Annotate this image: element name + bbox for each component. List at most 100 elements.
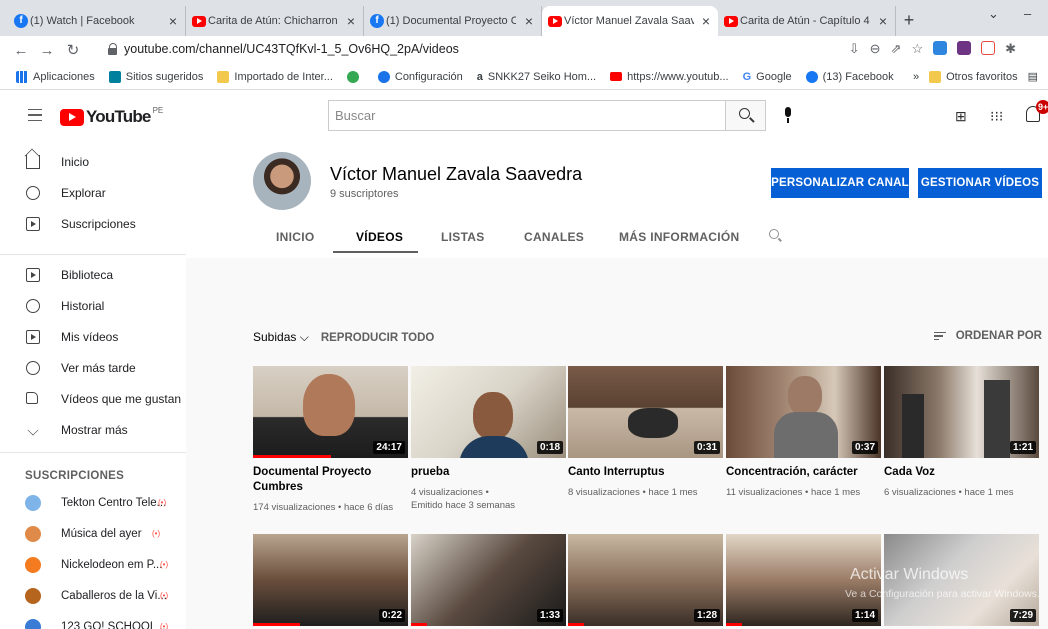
video-thumbnail[interactable]: 1:21	[884, 366, 1039, 458]
apps-icon[interactable]: ⁝⁝⁝	[990, 108, 1003, 125]
subscription-item[interactable]: 123 GO! SCHOOL ... (•)	[0, 612, 186, 629]
address-bar[interactable]: youtube.com/channel/UC43TQfKvl-1_5_Ov6HQ…	[108, 39, 1016, 61]
sort-by-button[interactable]: ORDENAR POR	[933, 330, 1042, 342]
bookmark-apps[interactable]: Aplicaciones	[16, 70, 95, 83]
install-icon[interactable]: ⇩	[849, 41, 860, 57]
browser-tab[interactable]: Carita de Atún: Chicharrones ×	[186, 6, 364, 36]
forward-arrow-icon[interactable]: →	[34, 42, 60, 59]
other-favorites[interactable]: Otros favoritos	[929, 70, 1018, 83]
video-card[interactable]: 1:21 Cada Voz 6 visualizaciones • hace 1…	[884, 366, 1039, 499]
video-card[interactable]: 0:37 Concentración, carácter 11 visualiz…	[726, 366, 881, 499]
video-thumbnail[interactable]: 0:22	[253, 534, 408, 626]
close-tab-icon[interactable]: ×	[702, 13, 710, 29]
subscription-item[interactable]: Tekton Centro Tele... (•)	[0, 488, 186, 518]
browser-tab-active[interactable]: Víctor Manuel Zavala Saavec ×	[542, 6, 718, 36]
bookmark-amazon[interactable]: a SNKK27 Seiko Hom...	[477, 71, 596, 83]
puzzle-icon[interactable]: ✱	[1005, 41, 1016, 57]
close-tab-icon[interactable]: ×	[347, 13, 355, 29]
bookmark-imported[interactable]: Importado de Inter...	[217, 70, 333, 83]
sidebar-item-explore[interactable]: Explorar	[0, 178, 186, 208]
more-bookmarks-button[interactable]: »	[913, 71, 919, 83]
subscriber-count: 9 suscriptores	[330, 188, 399, 200]
extension-icon[interactable]	[957, 41, 972, 55]
amazon-icon: a	[476, 70, 483, 83]
tab-playlists[interactable]: LISTAS	[441, 230, 485, 244]
channel-avatar[interactable]	[253, 152, 311, 210]
subscription-item[interactable]: Música del ayer (•)	[0, 519, 186, 549]
video-title[interactable]: Documental Proyecto Cumbres	[253, 465, 408, 495]
video-card[interactable]: 1:33	[411, 534, 566, 626]
tab-home[interactable]: INICIO	[276, 230, 314, 244]
uploads-dropdown[interactable]: Subidas ⌵	[253, 330, 309, 345]
sidebar-item-history[interactable]: Historial	[0, 291, 186, 321]
video-thumbnail[interactable]: 0:37	[726, 366, 881, 458]
tab-channels[interactable]: CANALES	[524, 230, 584, 244]
channel-search-icon[interactable]	[769, 229, 779, 239]
search-box[interactable]	[328, 100, 726, 131]
bookmark-settings[interactable]: Configuración	[377, 70, 463, 83]
bookmark-chat[interactable]	[346, 70, 364, 83]
microphone-icon[interactable]	[784, 107, 792, 123]
video-title[interactable]: Concentración, carácter	[726, 465, 881, 480]
tab-about[interactable]: MÁS INFORMACIÓN	[619, 230, 740, 244]
sidebar-item-home[interactable]: Inicio	[0, 147, 186, 177]
star-icon[interactable]: ☆	[911, 41, 923, 57]
extension-icon[interactable]	[981, 41, 996, 55]
sidebar-item-my-videos[interactable]: Mis vídeos	[0, 322, 186, 352]
share-icon[interactable]: ⇗	[891, 41, 902, 57]
zoom-icon[interactable]: ⊖	[870, 41, 881, 57]
video-card[interactable]: 0:22	[253, 534, 408, 626]
folder-icon	[929, 70, 942, 83]
customize-channel-button[interactable]: PERSONALIZAR CANAL	[771, 168, 909, 198]
close-tab-icon[interactable]: ×	[525, 13, 533, 29]
video-title[interactable]: Cada Voz	[884, 465, 1039, 480]
video-card[interactable]: 1:28	[568, 534, 723, 626]
video-duration: 0:31	[693, 441, 720, 454]
minimize-icon[interactable]: –	[1024, 6, 1031, 21]
video-card[interactable]: 0:18 prueba 4 visualizaciones • Emitido h…	[411, 366, 566, 512]
sidebar-item-library[interactable]: Biblioteca	[0, 260, 186, 290]
bookmark-suggested[interactable]: Sitios sugeridos	[108, 70, 203, 83]
search-icon[interactable]	[726, 100, 766, 131]
browser-tab-strip: f (1) Watch | Facebook × Carita de Atún: C…	[0, 0, 1048, 36]
video-title[interactable]: Canto Interruptus	[568, 465, 723, 480]
tab-search-icon[interactable]: ⌄	[988, 6, 999, 22]
create-video-icon[interactable]: ⊞	[955, 108, 967, 125]
sidebar-item-show-more[interactable]: Mostrar más	[0, 415, 186, 445]
subscription-item[interactable]: Caballeros de la Vi... (•)	[0, 581, 186, 611]
bookmark-youtube[interactable]: https://www.youtub...	[610, 71, 729, 83]
video-thumbnail[interactable]: 0:31	[568, 366, 723, 458]
sidebar-item-watch-later[interactable]: Ver más tarde	[0, 353, 186, 383]
sidebar-item-subscriptions[interactable]: Suscripciones	[0, 209, 186, 239]
browser-tab[interactable]: f (1) Documental Proyecto Cu ×	[364, 6, 542, 36]
video-thumbnail[interactable]: 1:28	[568, 534, 723, 626]
video-thumbnail[interactable]: 24:17	[253, 366, 408, 458]
youtube-logo[interactable]: YouTube PE	[60, 106, 163, 127]
close-tab-icon[interactable]: ×	[169, 13, 177, 29]
manage-videos-button[interactable]: GESTIONAR VÍDEOS	[918, 168, 1042, 198]
reload-icon[interactable]: ↻	[60, 41, 86, 59]
video-thumbnail[interactable]: 1:33	[411, 534, 566, 626]
live-indicator-icon: (•)	[152, 529, 161, 538]
video-thumbnail[interactable]: 0:18	[411, 366, 566, 458]
video-card[interactable]: 0:31 Canto Interruptus 8 visualizaciones…	[568, 366, 723, 499]
extension-icon[interactable]	[933, 41, 948, 55]
video-meta: 6 visualizaciones • hace 1 mes	[884, 487, 1014, 498]
subscription-item[interactable]: Nickelodeon em P... (•)	[0, 550, 186, 580]
new-tab-button[interactable]: +	[896, 6, 922, 36]
close-tab-icon[interactable]: ×	[879, 13, 887, 29]
browser-tab[interactable]: f (1) Watch | Facebook ×	[8, 6, 186, 36]
video-title[interactable]: prueba	[411, 465, 566, 480]
browser-tab[interactable]: Carita de Atún - Capítulo 42 ×	[718, 6, 896, 36]
tab-videos[interactable]: VÍDEOS	[356, 230, 403, 244]
hamburger-menu-icon[interactable]	[28, 109, 42, 121]
back-arrow-icon[interactable]: ←	[8, 42, 34, 59]
url-text[interactable]: youtube.com/channel/UC43TQfKvl-1_5_Ov6HQ…	[124, 42, 459, 56]
search-input[interactable]	[329, 101, 725, 130]
play-all-button[interactable]: REPRODUCIR TODO	[321, 332, 435, 344]
bookmark-google[interactable]: G Google	[743, 71, 792, 83]
reading-list-icon[interactable]: ▤	[1028, 70, 1038, 83]
video-card[interactable]: 24:17 Documental Proyecto Cumbres 174 vi…	[253, 366, 408, 514]
bookmark-facebook[interactable]: (13) Facebook	[805, 70, 894, 83]
sidebar-item-liked-videos[interactable]: Vídeos que me gustan	[0, 384, 186, 414]
